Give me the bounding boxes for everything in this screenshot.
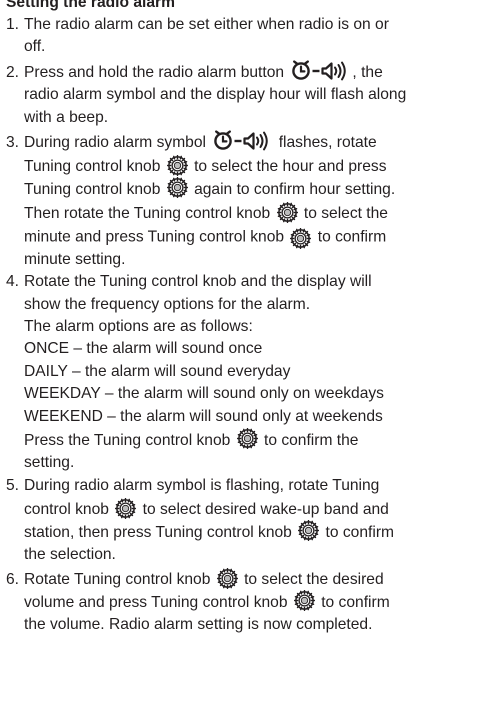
tuning-knob-icon bbox=[115, 497, 137, 519]
step-6: 6. Rotate Tuning control knob to select … bbox=[0, 567, 489, 636]
step-number: 3. bbox=[6, 134, 20, 152]
step-text: Tuning control knob bbox=[24, 180, 161, 198]
step-text: to confirm bbox=[317, 228, 387, 246]
step-text: The alarm options are as follows: bbox=[24, 317, 253, 335]
step-line: Tuning control knob to select the hour a… bbox=[24, 154, 483, 178]
step-text: minute and press Tuning control knob bbox=[24, 228, 285, 246]
step-text: control knob bbox=[24, 501, 109, 519]
step-line: station, then press Tuning control knob … bbox=[24, 519, 483, 544]
step-text: to confirm bbox=[321, 593, 390, 611]
radio-alarm-icon bbox=[211, 129, 273, 152]
tuning-knob-icon bbox=[276, 201, 298, 223]
alarm-option: DAILY – the alarm will sound everyday bbox=[24, 362, 291, 380]
step-text: the volume. Radio alarm setting is now c… bbox=[24, 616, 373, 634]
step-text: to select the bbox=[303, 205, 388, 223]
tuning-knob-icon bbox=[236, 428, 258, 450]
step-4: 4. Rotate the Tuning control knob and th… bbox=[0, 271, 489, 475]
step-text: setting. bbox=[24, 454, 75, 472]
step-text: show the frequency options for the alarm… bbox=[24, 295, 311, 313]
step-text: to confirm the bbox=[264, 431, 359, 449]
step-number: 2. bbox=[6, 63, 20, 81]
step-1: 1. The radio alarm can be set either whe… bbox=[0, 14, 489, 59]
step-text: , the bbox=[352, 63, 383, 81]
tuning-knob-icon bbox=[293, 590, 315, 612]
step-text: minute setting. bbox=[24, 250, 126, 268]
step-text: flashes, rotate bbox=[278, 134, 377, 152]
step-line: During radio alarm symbol flashes, rotat… bbox=[24, 129, 483, 154]
alarm-option: WEEKDAY – the alarm will sound only on w… bbox=[24, 385, 384, 403]
tuning-knob-icon bbox=[290, 227, 312, 249]
step-text: with a beep. bbox=[24, 108, 109, 126]
step-text: Tuning control knob bbox=[24, 158, 161, 176]
step-text: to select the hour and press bbox=[194, 158, 387, 176]
alarm-option: WEEKEND – the alarm will sound only at w… bbox=[24, 407, 383, 425]
step-line: Then rotate the Tuning control knob to s… bbox=[24, 201, 483, 225]
step-line: control knob to select desired wake-up b… bbox=[24, 497, 483, 521]
step-text: the selection. bbox=[24, 545, 116, 563]
step-2: 2. Press and hold the radio alarm button… bbox=[0, 59, 489, 129]
step-text: Rotate Tuning control knob bbox=[24, 571, 211, 589]
step-line: Press the Tuning control knob to confirm… bbox=[24, 428, 483, 452]
section-heading: Setting the radio alarm bbox=[6, 0, 175, 11]
step-number: 4. bbox=[6, 273, 20, 291]
step-text: to select the desired bbox=[244, 571, 384, 589]
step-text: Rotate the Tuning control knob and the d… bbox=[24, 273, 372, 291]
step-text: radio alarm symbol and the display hour … bbox=[24, 86, 407, 104]
step-line: Tuning control knob again to confirm hou… bbox=[24, 177, 483, 201]
tuning-knob-icon bbox=[298, 519, 320, 541]
step-line: Rotate Tuning control knob to select the… bbox=[24, 567, 483, 591]
step-5: 5. During radio alarm symbol is flashing… bbox=[0, 475, 489, 567]
tuning-knob-icon bbox=[166, 177, 188, 199]
step-number: 5. bbox=[6, 476, 20, 494]
step-line: volume and press Tuning control knob to … bbox=[24, 590, 483, 614]
step-text: to select desired wake-up band and bbox=[142, 501, 389, 519]
radio-alarm-icon bbox=[289, 59, 351, 81]
step-text: During radio alarm symbol is flashing, r… bbox=[24, 476, 380, 494]
step-text: to confirm bbox=[325, 523, 395, 541]
step-line: Press and hold the radio alarm button , … bbox=[24, 59, 483, 84]
steps-list: 1. The radio alarm can be set either whe… bbox=[0, 14, 489, 637]
step-text: During radio alarm symbol bbox=[24, 134, 206, 152]
step-text: again to confirm hour setting. bbox=[194, 180, 396, 198]
step-text: Press the Tuning control knob bbox=[24, 431, 231, 449]
step-number: 1. bbox=[6, 16, 20, 33]
step-line: minute and press Tuning control knob to … bbox=[24, 226, 483, 249]
tuning-knob-icon bbox=[166, 154, 188, 176]
step-text: volume and press Tuning control knob bbox=[24, 593, 288, 611]
tuning-knob-icon bbox=[216, 567, 238, 589]
step-text: Then rotate the Tuning control knob bbox=[24, 205, 271, 223]
alarm-option: ONCE – the alarm will sound once bbox=[24, 340, 263, 358]
step-text: The radio alarm can be set either when r… bbox=[24, 16, 389, 33]
step-text: off. bbox=[24, 38, 46, 56]
step-number: 6. bbox=[6, 571, 20, 589]
step-3: 3. During radio alarm symbol flashes, ro… bbox=[0, 129, 489, 271]
step-text: Press and hold the radio alarm button bbox=[24, 63, 285, 81]
step-text: station, then press Tuning control knob bbox=[24, 523, 292, 541]
instruction-page: Setting the radio alarm 1. The radio ala… bbox=[0, 0, 489, 637]
